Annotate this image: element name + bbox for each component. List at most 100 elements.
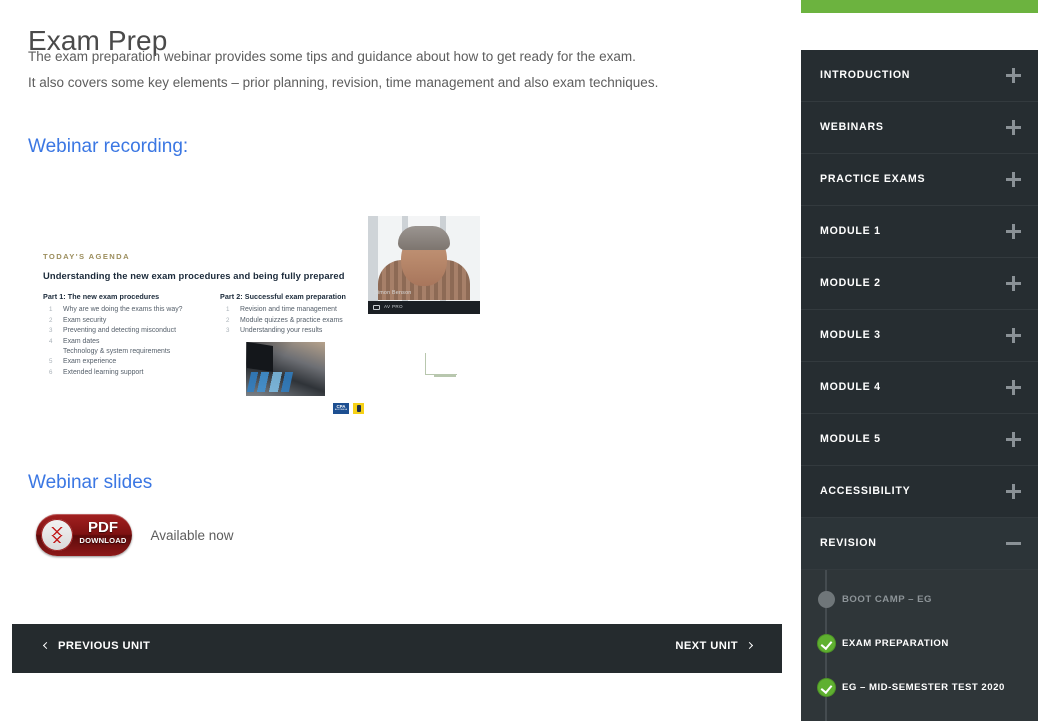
sidebar-item-module-2[interactable]: MODULE 2 (801, 258, 1038, 310)
accent-bar (801, 0, 1038, 13)
list-item: 3 Preventing and detecting misconduct (43, 326, 218, 336)
sidebar-item-practice-exams[interactable]: PRACTICE EXAMS (801, 154, 1038, 206)
chevron-left-icon (42, 641, 51, 649)
slide-kicker: TODAY'S AGENDA (43, 252, 130, 261)
intro-paragraph-2: It also covers some key elements – prior… (28, 75, 659, 90)
webinar-video-player[interactable]: TODAY'S AGENDA Understanding the new exa… (20, 196, 486, 428)
list-item-number: 3 (49, 327, 53, 335)
plus-icon[interactable] (1006, 276, 1021, 291)
slide-part1-list: 1 Why are we doing the exams this way? 2 E… (43, 305, 218, 378)
list-item-number: 6 (49, 368, 53, 376)
sidebar-item-module-5[interactable]: MODULE 5 (801, 414, 1038, 466)
pdf-download-button-text: PDF DOWNLOAD (76, 520, 130, 546)
sidebar-subsection-revision: BOOT CAMP – EG EXAM PREPARATION EG – MID… (801, 570, 1038, 721)
list-item: 5 Exam experience (43, 357, 218, 367)
next-unit-button[interactable]: NEXT UNIT (675, 640, 754, 652)
presenter-hair (398, 226, 450, 250)
list-item: 2 Exam security (43, 316, 218, 326)
list-item-label: Exam experience (63, 358, 117, 366)
sidebar-item-label: MODULE 3 (820, 329, 881, 341)
slide-corner-mark (425, 353, 457, 377)
list-item-label: Preventing and detecting misconduct (63, 327, 176, 335)
section-heading-webinar-slides: Webinar slides (28, 472, 153, 493)
secondary-logo (353, 403, 364, 414)
plus-icon[interactable] (1006, 224, 1021, 239)
sidebar-item-revision[interactable]: REVISION (801, 518, 1038, 570)
previous-unit-button[interactable]: PREVIOUS UNIT (42, 640, 150, 652)
download-arrow-icon (41, 519, 73, 551)
sidebar-subitem-label: EXAM PREPARATION (842, 638, 949, 649)
slide-part1-heading: Part 1: The new exam procedures (43, 292, 160, 301)
list-item: 2 Module quizzes & practice exams (220, 316, 370, 326)
list-item: 1 Why are we doing the exams this way? (43, 305, 218, 315)
list-item-label: Why are we doing the exams this way? (63, 306, 183, 314)
plus-icon[interactable] (1006, 380, 1021, 395)
list-item-label: Technology & system requirements (63, 348, 171, 356)
slide-part1-column: Part 1: The new exam procedures 1 Why are… (43, 292, 218, 378)
sidebar-item-module-1[interactable]: MODULE 1 (801, 206, 1038, 258)
list-item: 4 Exam dates (43, 337, 218, 347)
sidebar-item-label: MODULE 4 (820, 381, 881, 393)
sidebar-item-module-3[interactable]: MODULE 3 (801, 310, 1038, 362)
cpa-logo-subtext: AUSTRALIA (334, 409, 348, 411)
plus-icon[interactable] (1006, 432, 1021, 447)
check-circle-icon (818, 679, 835, 696)
sidebar-item-label: MODULE 2 (820, 277, 881, 289)
presenter-name-label: Simon Benson (374, 290, 412, 296)
slide-title: Understanding the new exam procedures an… (43, 270, 345, 281)
list-item-label: Extended learning support (63, 368, 144, 376)
list-item-number: 5 (49, 358, 53, 366)
course-navigation-sidebar: INTRODUCTION WEBINARS PRACTICE EXAMS MOD… (801, 50, 1038, 721)
sidebar-item-introduction[interactable]: INTRODUCTION (801, 50, 1038, 102)
plus-icon[interactable] (1006, 484, 1021, 499)
list-item: 3 Understanding your results (220, 326, 370, 336)
list-item-number: 2 (49, 316, 53, 324)
download-label: DOWNLOAD (79, 536, 127, 545)
check-circle-icon (818, 635, 835, 652)
sidebar-item-module-4[interactable]: MODULE 4 (801, 362, 1038, 414)
list-item-label: Understanding your results (240, 327, 323, 335)
sidebar-item-label: WEBINARS (820, 121, 884, 133)
sidebar-item-label: MODULE 5 (820, 433, 881, 445)
presenter-webcam: Simon Benson AV PRO (368, 216, 480, 314)
sidebar-item-label: REVISION (820, 537, 877, 549)
sidebar-item-label: INTRODUCTION (820, 69, 911, 81)
sidebar-subitem-label: EG – MID-SEMESTER TEST 2020 (842, 682, 1005, 693)
course-unit-page: Exam Prep The exam preparation webinar p… (0, 0, 1061, 721)
list-item-label: Exam security (63, 316, 107, 324)
sidebar-subitem-exam-preparation[interactable]: EXAM PREPARATION (801, 622, 1038, 666)
plus-icon[interactable] (1006, 172, 1021, 187)
plus-icon[interactable] (1006, 328, 1021, 343)
next-unit-label: NEXT UNIT (675, 640, 738, 652)
slide-part2-column: Part 2: Successful exam preparation 1 Rev… (220, 292, 370, 337)
sidebar-subitem-mid-semester-test[interactable]: EG – MID-SEMESTER TEST 2020 (801, 666, 1038, 710)
list-item-number: 2 (226, 316, 230, 324)
slide-part2-list: 1 Revision and time management 2 Module qu… (220, 305, 370, 336)
list-item-number: 1 (226, 306, 230, 314)
slide-desk-photo (245, 341, 326, 397)
incomplete-dot-icon (818, 591, 835, 608)
sidebar-item-accessibility[interactable]: ACCESSIBILITY (801, 466, 1038, 518)
cpa-logo: CPA AUSTRALIA (333, 403, 349, 414)
sidebar-item-label: PRACTICE EXAMS (820, 173, 926, 185)
intro-paragraph-1: The exam preparation webinar provides so… (28, 49, 636, 64)
list-item: 1 Revision and time management (220, 305, 370, 315)
pdf-download-button[interactable]: PDF DOWNLOAD (36, 514, 132, 556)
minus-icon[interactable] (1006, 536, 1021, 551)
unit-navigation-bar: PREVIOUS UNIT NEXT UNIT (12, 624, 782, 673)
plus-icon[interactable] (1006, 120, 1021, 135)
list-item-number: 3 (226, 327, 230, 335)
pdf-download-row: PDF DOWNLOAD Available now (36, 514, 234, 558)
sidebar-subitem-boot-camp[interactable]: BOOT CAMP – EG (801, 578, 1038, 622)
list-item-label: Revision and time management (240, 306, 337, 314)
list-item-number: 4 (49, 337, 53, 345)
sidebar-item-webinars[interactable]: WEBINARS (801, 102, 1038, 154)
pdf-label: PDF (88, 519, 118, 536)
list-item: Technology & system requirements (43, 347, 218, 357)
chevron-right-icon (745, 641, 754, 649)
slide-part2-heading: Part 2: Successful exam preparation (220, 292, 346, 301)
list-item-label: Module quizzes & practice exams (240, 316, 343, 324)
sidebar-item-label: ACCESSIBILITY (820, 485, 911, 497)
list-item: 6 Extended learning support (43, 368, 218, 378)
plus-icon[interactable] (1006, 68, 1021, 83)
